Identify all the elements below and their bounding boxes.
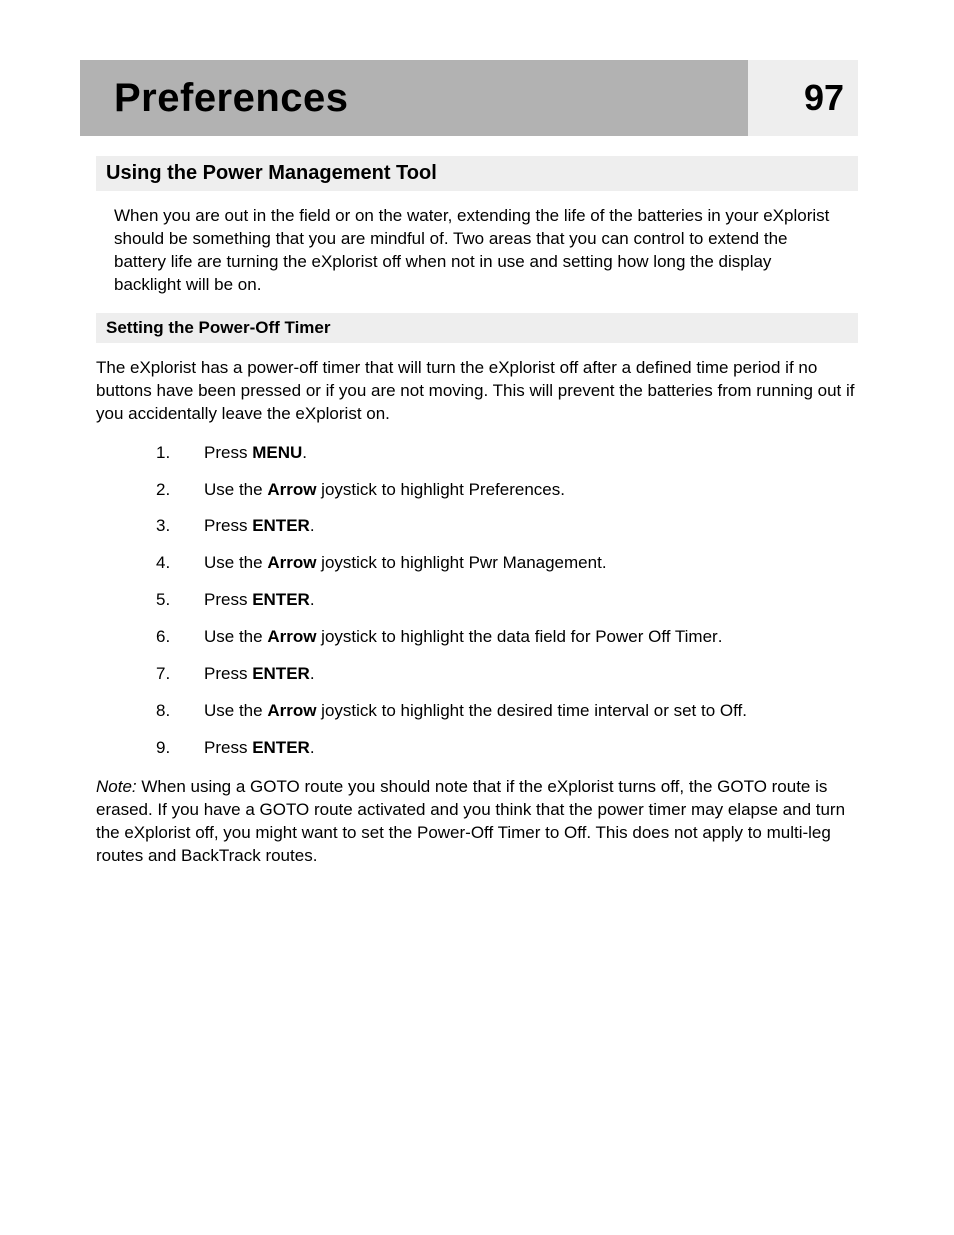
step-item: Use the Arrow joystick to highlight the …	[156, 700, 858, 723]
page-number: 97	[748, 60, 858, 136]
section-heading: Using the Power Management Tool	[96, 156, 858, 191]
step-item: Press MENU.	[156, 442, 858, 465]
subsection-intro: The eXplorist has a power-off timer that…	[96, 357, 858, 426]
page-title: Preferences	[114, 76, 349, 121]
step-item: Press ENTER.	[156, 663, 858, 686]
step-item: Use the Arrow joystick to highlight the …	[156, 626, 858, 649]
steps-list: Press MENU. Use the Arrow joystick to hi…	[96, 442, 858, 760]
header-title-area: Preferences	[80, 60, 748, 136]
page-header: Preferences 97	[80, 60, 858, 136]
step-item: Use the Arrow joystick to highlight Pwr …	[156, 552, 858, 575]
step-item: Use the Arrow joystick to highlight Pref…	[156, 479, 858, 502]
note-label: Note:	[96, 777, 137, 796]
subsection-heading: Setting the Power-Off Timer	[96, 313, 858, 343]
section-intro: When you are out in the field or on the …	[114, 205, 840, 297]
step-item: Press ENTER.	[156, 737, 858, 760]
note-paragraph: Note: When using a GOTO route you should…	[96, 776, 858, 868]
step-item: Press ENTER.	[156, 515, 858, 538]
page: Preferences 97 Using the Power Managemen…	[0, 0, 954, 944]
step-item: Press ENTER.	[156, 589, 858, 612]
